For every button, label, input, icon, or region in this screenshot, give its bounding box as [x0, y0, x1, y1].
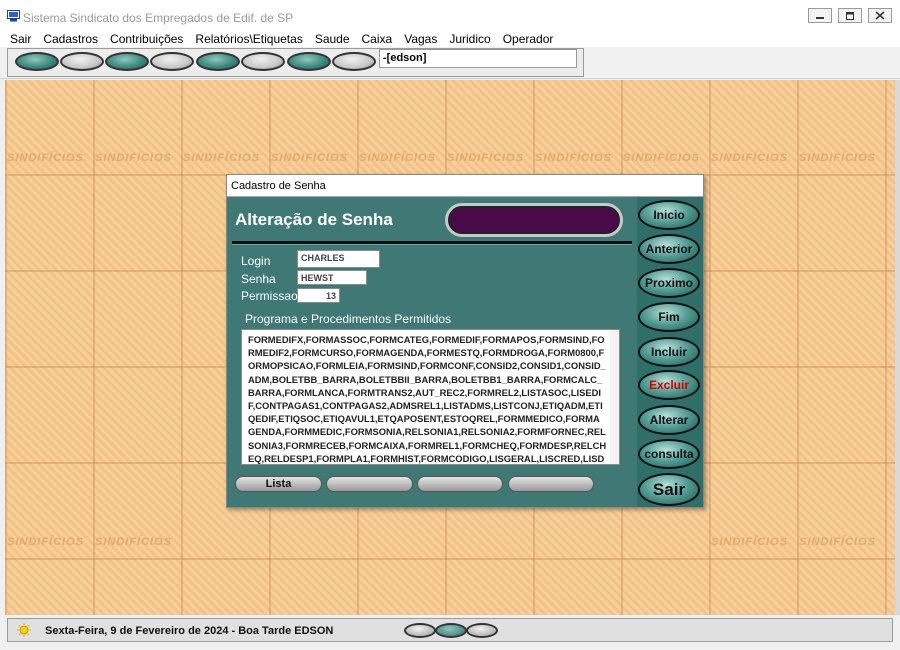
watermark-text: SINDIFÍCIOS — [711, 152, 789, 164]
programs-textarea[interactable]: FORMEDIFX,FORMASSOC,FORMCATEG,FORMEDIF,F… — [241, 329, 620, 465]
menu-operador[interactable]: Operador — [497, 32, 560, 46]
menu-juridico[interactable]: Juridico — [443, 32, 496, 46]
toolbar-button-3[interactable] — [105, 52, 149, 71]
sun-icon — [17, 623, 31, 637]
proximo-button[interactable]: Proximo — [638, 268, 700, 298]
status-panel: Sexta-Feira, 9 de Fevereiro de 2024 - Bo… — [7, 618, 893, 642]
permissao-field[interactable]: 13 — [297, 288, 340, 303]
watermark-text: SINDIFÍCIOS — [799, 152, 877, 164]
minimize-icon — [816, 16, 824, 19]
watermark-text: SINDIFÍCIOS — [799, 536, 877, 548]
heading-divider — [232, 241, 632, 245]
status-indicator-3 — [466, 623, 498, 638]
watermark-text: SINDIFÍCIOS — [183, 152, 261, 164]
senha-field[interactable]: HEWST — [297, 270, 367, 285]
programs-label: Programa e Procedimentos Permitidos — [245, 312, 452, 326]
senha-label: Senha — [241, 272, 276, 286]
dialog-heading: Alteração de Senha — [235, 210, 393, 229]
status-indicator-1 — [404, 623, 436, 638]
menu-cadastros[interactable]: Cadastros — [37, 32, 104, 46]
current-user-field: -[edson] — [379, 49, 577, 68]
programs-scrollbar[interactable] — [610, 330, 619, 464]
inicio-button[interactable]: Inicio — [638, 200, 700, 230]
watermark-text: SINDIFÍCIOS — [711, 536, 789, 548]
toolbar-button-1[interactable] — [15, 52, 59, 71]
toolbar-button-6[interactable] — [241, 52, 285, 71]
alterar-button[interactable]: Alterar — [638, 405, 700, 435]
lista-button[interactable]: Lista — [235, 476, 322, 492]
permissao-label: Permissao — [241, 289, 298, 303]
login-label: Login — [241, 254, 271, 268]
watermark-text: SINDIFÍCIOS — [623, 152, 701, 164]
toolbar-button-2[interactable] — [60, 52, 104, 71]
close-icon — [875, 11, 885, 20]
minimize-button[interactable] — [808, 8, 832, 23]
watermark-text: SINDIFÍCIOS — [271, 152, 349, 164]
password-dialog: Cadastro de Senha Alteração de Senha Log… — [226, 174, 704, 508]
toolbar-button-7[interactable] — [287, 52, 331, 71]
sair-button[interactable]: Sair — [638, 473, 700, 506]
toolbar-button-5[interactable] — [196, 52, 240, 71]
watermark-text: SINDIFÍCIOS — [95, 152, 173, 164]
consulta-button[interactable]: consulta — [638, 439, 700, 469]
excluir-button[interactable]: Excluir — [638, 370, 700, 400]
status-indicator-2 — [435, 623, 467, 638]
anterior-button[interactable]: Anterior — [638, 234, 700, 264]
lower-button-3[interactable] — [417, 476, 503, 492]
login-field[interactable]: CHARLES — [297, 250, 380, 268]
lower-button-4[interactable] — [508, 476, 594, 492]
incluir-button[interactable]: Incluir — [638, 337, 700, 367]
dialog-title: Cadastro de Senha — [227, 175, 703, 197]
menu-bar: Sair Cadastros Contribuições Relatórios\… — [0, 30, 900, 47]
maximize-button[interactable] — [838, 8, 862, 23]
fim-button[interactable]: Fim — [638, 302, 700, 332]
watermark-text: SINDIFÍCIOS — [7, 152, 85, 164]
menu-sair[interactable]: Sair — [4, 32, 37, 46]
display-panel — [445, 203, 623, 237]
menu-contribuicoes[interactable]: Contribuições — [104, 32, 189, 46]
menu-vagas[interactable]: Vagas — [398, 32, 443, 46]
window-title-bar: Sistema Sindicato dos Empregados de Edif… — [0, 0, 900, 31]
app-icon — [7, 10, 20, 22]
menu-relatorios-etiquetas[interactable]: Relatórios\Etiquetas — [189, 32, 308, 46]
window-title: Sistema Sindicato dos Empregados de Edif… — [23, 11, 294, 25]
menu-saude[interactable]: Saude — [309, 32, 356, 46]
watermark-text: SINDIFÍCIOS — [7, 536, 85, 548]
right-border — [895, 80, 900, 615]
watermark-text: SINDIFÍCIOS — [359, 152, 437, 164]
menu-caixa[interactable]: Caixa — [356, 32, 399, 46]
maximize-icon — [846, 11, 854, 20]
status-bar: Sexta-Feira, 9 de Fevereiro de 2024 - Bo… — [0, 615, 900, 650]
watermark-text: SINDIFÍCIOS — [447, 152, 525, 164]
close-button[interactable] — [868, 8, 892, 23]
toolbar-button-4[interactable] — [150, 52, 194, 71]
navigation-panel: Inicio Anterior Proximo Fim Incluir Excl… — [637, 197, 703, 507]
status-text: Sexta-Feira, 9 de Fevereiro de 2024 - Bo… — [45, 625, 334, 637]
watermark-text: SINDIFÍCIOS — [535, 152, 613, 164]
watermark-text: SINDIFÍCIOS — [95, 536, 173, 548]
toolbar-button-8[interactable] — [332, 52, 376, 71]
lower-button-2[interactable] — [326, 476, 413, 492]
